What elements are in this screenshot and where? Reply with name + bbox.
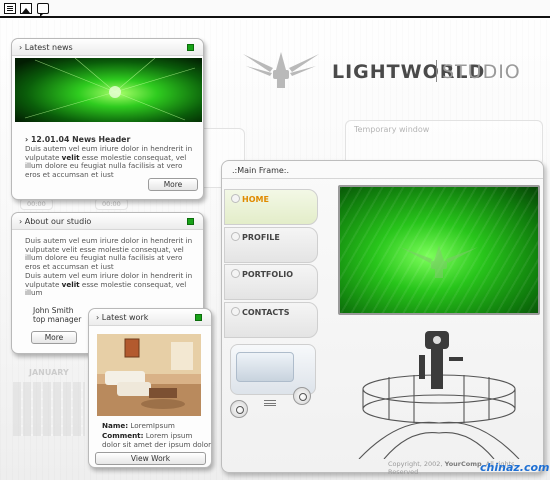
- temporary-window-title: Temporary window: [354, 125, 430, 134]
- menu-icon[interactable]: [264, 400, 276, 406]
- screen-logo-icon: [400, 245, 478, 278]
- news-more-button[interactable]: More: [148, 178, 198, 191]
- news-image: [15, 58, 202, 122]
- about-header[interactable]: › About our studio: [12, 213, 203, 230]
- image-icon[interactable]: [20, 3, 32, 14]
- display-screen: [236, 352, 294, 382]
- latest-news-header[interactable]: › Latest news: [12, 39, 203, 56]
- about-paragraph-2: Duis autem vel eum iriure dolor in hendr…: [25, 271, 193, 298]
- person-role: top manager: [33, 315, 82, 324]
- view-work-button[interactable]: View Work: [95, 452, 206, 465]
- divider: [222, 178, 543, 179]
- work-comment: Comment: Lorem ipsum dolor sit amet der …: [102, 431, 212, 449]
- work-name: Name: LoremIpsum: [102, 421, 175, 430]
- maximize-icon[interactable]: [187, 44, 194, 51]
- latest-work-panel: › Latest work Name: LoremIpsum Comment: …: [88, 308, 212, 468]
- window-icon[interactable]: [4, 3, 16, 14]
- panel-title: › Latest work: [96, 313, 149, 322]
- bullet-icon: [231, 194, 240, 203]
- calendar-grid: [13, 382, 85, 436]
- panel-title: › About our studio: [19, 217, 92, 226]
- maximize-icon[interactable]: [195, 314, 202, 321]
- maximize-icon[interactable]: [187, 218, 194, 225]
- brand-divider: [436, 60, 437, 82]
- logo-icon: [243, 52, 319, 88]
- nav-home-label: HOME: [242, 195, 269, 204]
- nav-contacts[interactable]: CONTACTS: [224, 302, 318, 338]
- stage: LIGHTWORLD STUDIO Temporary window 00:00…: [0, 0, 550, 480]
- forward-button[interactable]: [293, 387, 311, 405]
- latest-news-panel: › Latest news › 12.01.04 News Header Dui…: [11, 38, 204, 200]
- nav-contacts-label: CONTACTS: [242, 308, 290, 317]
- bullet-icon: [231, 232, 240, 241]
- news-body: Duis autem vel eum iriure dolor in hendr…: [25, 144, 193, 179]
- bullet-icon: [231, 307, 240, 316]
- about-paragraph-1: Duis autem vel eum iriure dolor in hendr…: [25, 236, 193, 271]
- main-frame-title: .:Main Frame:.: [232, 166, 290, 175]
- work-thumbnail-image[interactable]: [97, 334, 201, 416]
- about-more-button[interactable]: More: [31, 331, 77, 344]
- calendar-month: JANUARY: [29, 368, 69, 377]
- back-button[interactable]: [230, 400, 248, 418]
- panel-title: › Latest news: [19, 43, 73, 52]
- top-toolbar: [0, 0, 550, 18]
- chat-icon[interactable]: [37, 3, 49, 17]
- news-headline: › 12.01.04 News Header: [25, 135, 131, 144]
- nav-home[interactable]: HOME: [224, 189, 318, 225]
- bullet-icon: [231, 269, 240, 278]
- brand-studio: STUDIO: [442, 61, 521, 83]
- main-display-screen: [338, 185, 540, 315]
- calendar-widget: JANUARY: [9, 362, 89, 440]
- main-frame-window: .:Main Frame:. HOME PROFILE PORTFOLIO CO…: [221, 160, 544, 476]
- robot-platform-illustration: [358, 331, 520, 459]
- nav-portfolio[interactable]: PORTFOLIO: [224, 264, 318, 300]
- nav-profile[interactable]: PROFILE: [224, 227, 318, 263]
- watermark-text: chinaz.com: [480, 461, 550, 474]
- nav-profile-label: PROFILE: [242, 233, 280, 242]
- latest-work-header[interactable]: › Latest work: [89, 309, 211, 326]
- nav-portfolio-label: PORTFOLIO: [242, 270, 294, 279]
